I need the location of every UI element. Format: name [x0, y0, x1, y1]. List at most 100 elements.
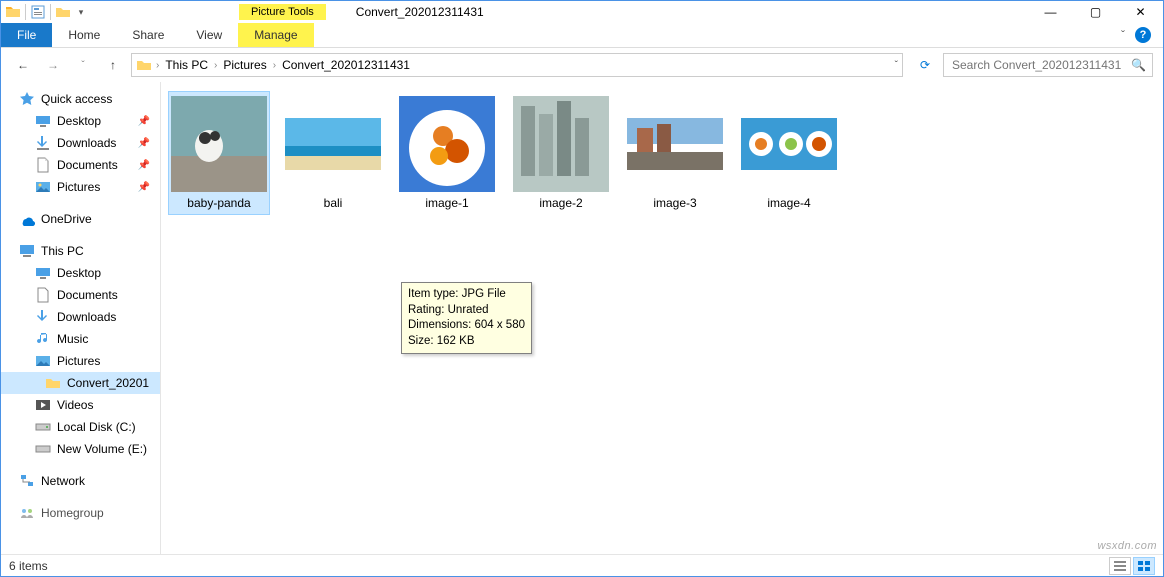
window-controls: — ▢ ✕: [1028, 1, 1163, 23]
sidebar-item-label: Videos: [57, 398, 93, 412]
folder-icon: [5, 4, 21, 20]
sidebar-item-label: Documents: [57, 288, 118, 302]
file-thumbnail[interactable]: bali: [283, 92, 383, 214]
back-button[interactable]: ←: [11, 53, 35, 77]
status-bar: 6 items: [1, 554, 1163, 576]
sidebar-new-volume-e[interactable]: New Volume (E:): [1, 438, 160, 460]
watermark: wsxdn.com: [1097, 540, 1157, 552]
sidebar-convert-folder[interactable]: Convert_20201: [1, 372, 160, 394]
sidebar-item-label: Downloads: [57, 136, 116, 150]
tooltip-line: Item type: JPG File: [408, 287, 525, 303]
videos-icon: [35, 397, 51, 413]
breadcrumb-sep[interactable]: ›: [214, 60, 217, 71]
tooltip-line: Dimensions: 604 x 580: [408, 318, 525, 334]
tab-share[interactable]: Share: [116, 23, 180, 47]
sidebar-item-label: Pictures: [57, 354, 100, 368]
new-folder-icon[interactable]: [55, 4, 71, 20]
breadcrumb-pictures[interactable]: Pictures: [221, 58, 268, 72]
sidebar-pictures-pc[interactable]: Pictures: [1, 350, 160, 372]
tab-home[interactable]: Home: [52, 23, 116, 47]
file-name: image-1: [425, 196, 468, 210]
file-thumbnail[interactable]: baby-panda: [169, 92, 269, 214]
address-bar-row: ← → ˇ ↑ › This PC › Pictures › Convert_2…: [1, 48, 1163, 82]
address-dropdown-icon[interactable]: ˇ: [895, 60, 898, 71]
sidebar-this-pc[interactable]: This PC: [1, 240, 160, 262]
sidebar-downloads-pc[interactable]: Downloads: [1, 306, 160, 328]
file-name: image-4: [767, 196, 810, 210]
maximize-button[interactable]: ▢: [1073, 1, 1118, 23]
close-button[interactable]: ✕: [1118, 1, 1163, 23]
sidebar-onedrive[interactable]: OneDrive: [1, 208, 160, 230]
breadcrumb-sep[interactable]: ›: [273, 60, 276, 71]
tab-manage[interactable]: Manage: [238, 23, 313, 47]
info-tooltip: Item type: JPG File Rating: Unrated Dime…: [401, 282, 532, 354]
file-name: bali: [324, 196, 343, 210]
sidebar-item-label: Documents: [57, 158, 118, 172]
sidebar-item-label: Network: [41, 474, 85, 488]
sidebar-homegroup[interactable]: Homegroup: [1, 502, 160, 524]
tab-view[interactable]: View: [180, 23, 238, 47]
file-name: baby-panda: [187, 196, 250, 210]
pin-icon: 📌: [138, 160, 156, 171]
help-icon[interactable]: ?: [1135, 27, 1151, 43]
title-bar: ▾ Picture Tools Convert_202012311431 — ▢…: [1, 1, 1163, 23]
context-tab-picture-tools: Picture Tools: [239, 4, 326, 20]
sidebar-item-label: Desktop: [57, 266, 101, 280]
tooltip-line: Size: 162 KB: [408, 334, 525, 350]
sidebar-pictures[interactable]: Pictures 📌: [1, 176, 160, 198]
forward-button[interactable]: →: [41, 53, 65, 77]
recent-locations-button[interactable]: ˇ: [71, 53, 95, 77]
qat-dropdown-icon[interactable]: ▾: [73, 4, 89, 20]
downloads-icon: [35, 309, 51, 325]
sidebar-desktop-pc[interactable]: Desktop: [1, 262, 160, 284]
sidebar-item-label: Quick access: [41, 92, 112, 106]
sidebar-item-label: This PC: [41, 244, 84, 258]
search-input[interactable]: [950, 57, 1131, 73]
sidebar-documents-pc[interactable]: Documents: [1, 284, 160, 306]
file-thumbnail[interactable]: image-2: [511, 92, 611, 214]
sidebar-desktop[interactable]: Desktop 📌: [1, 110, 160, 132]
sidebar-downloads[interactable]: Downloads 📌: [1, 132, 160, 154]
tooltip-line: Rating: Unrated: [408, 303, 525, 319]
window-title: Convert_202012311431: [356, 5, 484, 19]
search-icon[interactable]: 🔍: [1131, 58, 1146, 72]
computer-icon: [19, 243, 35, 259]
details-view-button[interactable]: [1109, 557, 1131, 575]
drive-icon: [35, 441, 51, 457]
file-thumbnail[interactable]: image-4: [739, 92, 839, 214]
refresh-button[interactable]: ⟳: [913, 53, 937, 77]
breadcrumb-sep[interactable]: ›: [156, 60, 159, 71]
properties-icon[interactable]: [30, 4, 46, 20]
search-box[interactable]: 🔍: [943, 53, 1153, 77]
documents-icon: [35, 287, 51, 303]
file-name: image-3: [653, 196, 696, 210]
breadcrumb-root[interactable]: This PC: [163, 58, 210, 72]
sidebar-documents[interactable]: Documents 📌: [1, 154, 160, 176]
file-thumbnail[interactable]: image-1: [397, 92, 497, 214]
sidebar-music[interactable]: Music: [1, 328, 160, 350]
breadcrumb-current[interactable]: Convert_202012311431: [280, 58, 412, 72]
file-view[interactable]: baby-panda bali image-1 image-2 image-3 …: [161, 82, 1163, 554]
sidebar-quick-access[interactable]: Quick access: [1, 88, 160, 110]
tab-file[interactable]: File: [1, 23, 52, 47]
pictures-icon: [35, 179, 51, 195]
downloads-icon: [35, 135, 51, 151]
sidebar-network[interactable]: Network: [1, 470, 160, 492]
pictures-icon: [35, 353, 51, 369]
ribbon-tabs: File Home Share View Manage ˇ ?: [1, 23, 1163, 48]
quick-access-toolbar: ▾: [1, 4, 89, 20]
desktop-icon: [35, 113, 51, 129]
minimize-button[interactable]: —: [1028, 1, 1073, 23]
network-icon: [19, 473, 35, 489]
homegroup-icon: [19, 505, 35, 521]
ribbon-expand-icon[interactable]: ˇ: [1121, 28, 1125, 42]
address-bar[interactable]: › This PC › Pictures › Convert_202012311…: [131, 53, 903, 77]
file-thumbnail[interactable]: image-3: [625, 92, 725, 214]
sidebar-local-disk-c[interactable]: Local Disk (C:): [1, 416, 160, 438]
music-icon: [35, 331, 51, 347]
status-text: 6 items: [9, 559, 48, 573]
sidebar-item-label: Convert_20201: [67, 376, 149, 390]
sidebar-videos[interactable]: Videos: [1, 394, 160, 416]
up-button[interactable]: ↑: [101, 53, 125, 77]
thumbnails-view-button[interactable]: [1133, 557, 1155, 575]
